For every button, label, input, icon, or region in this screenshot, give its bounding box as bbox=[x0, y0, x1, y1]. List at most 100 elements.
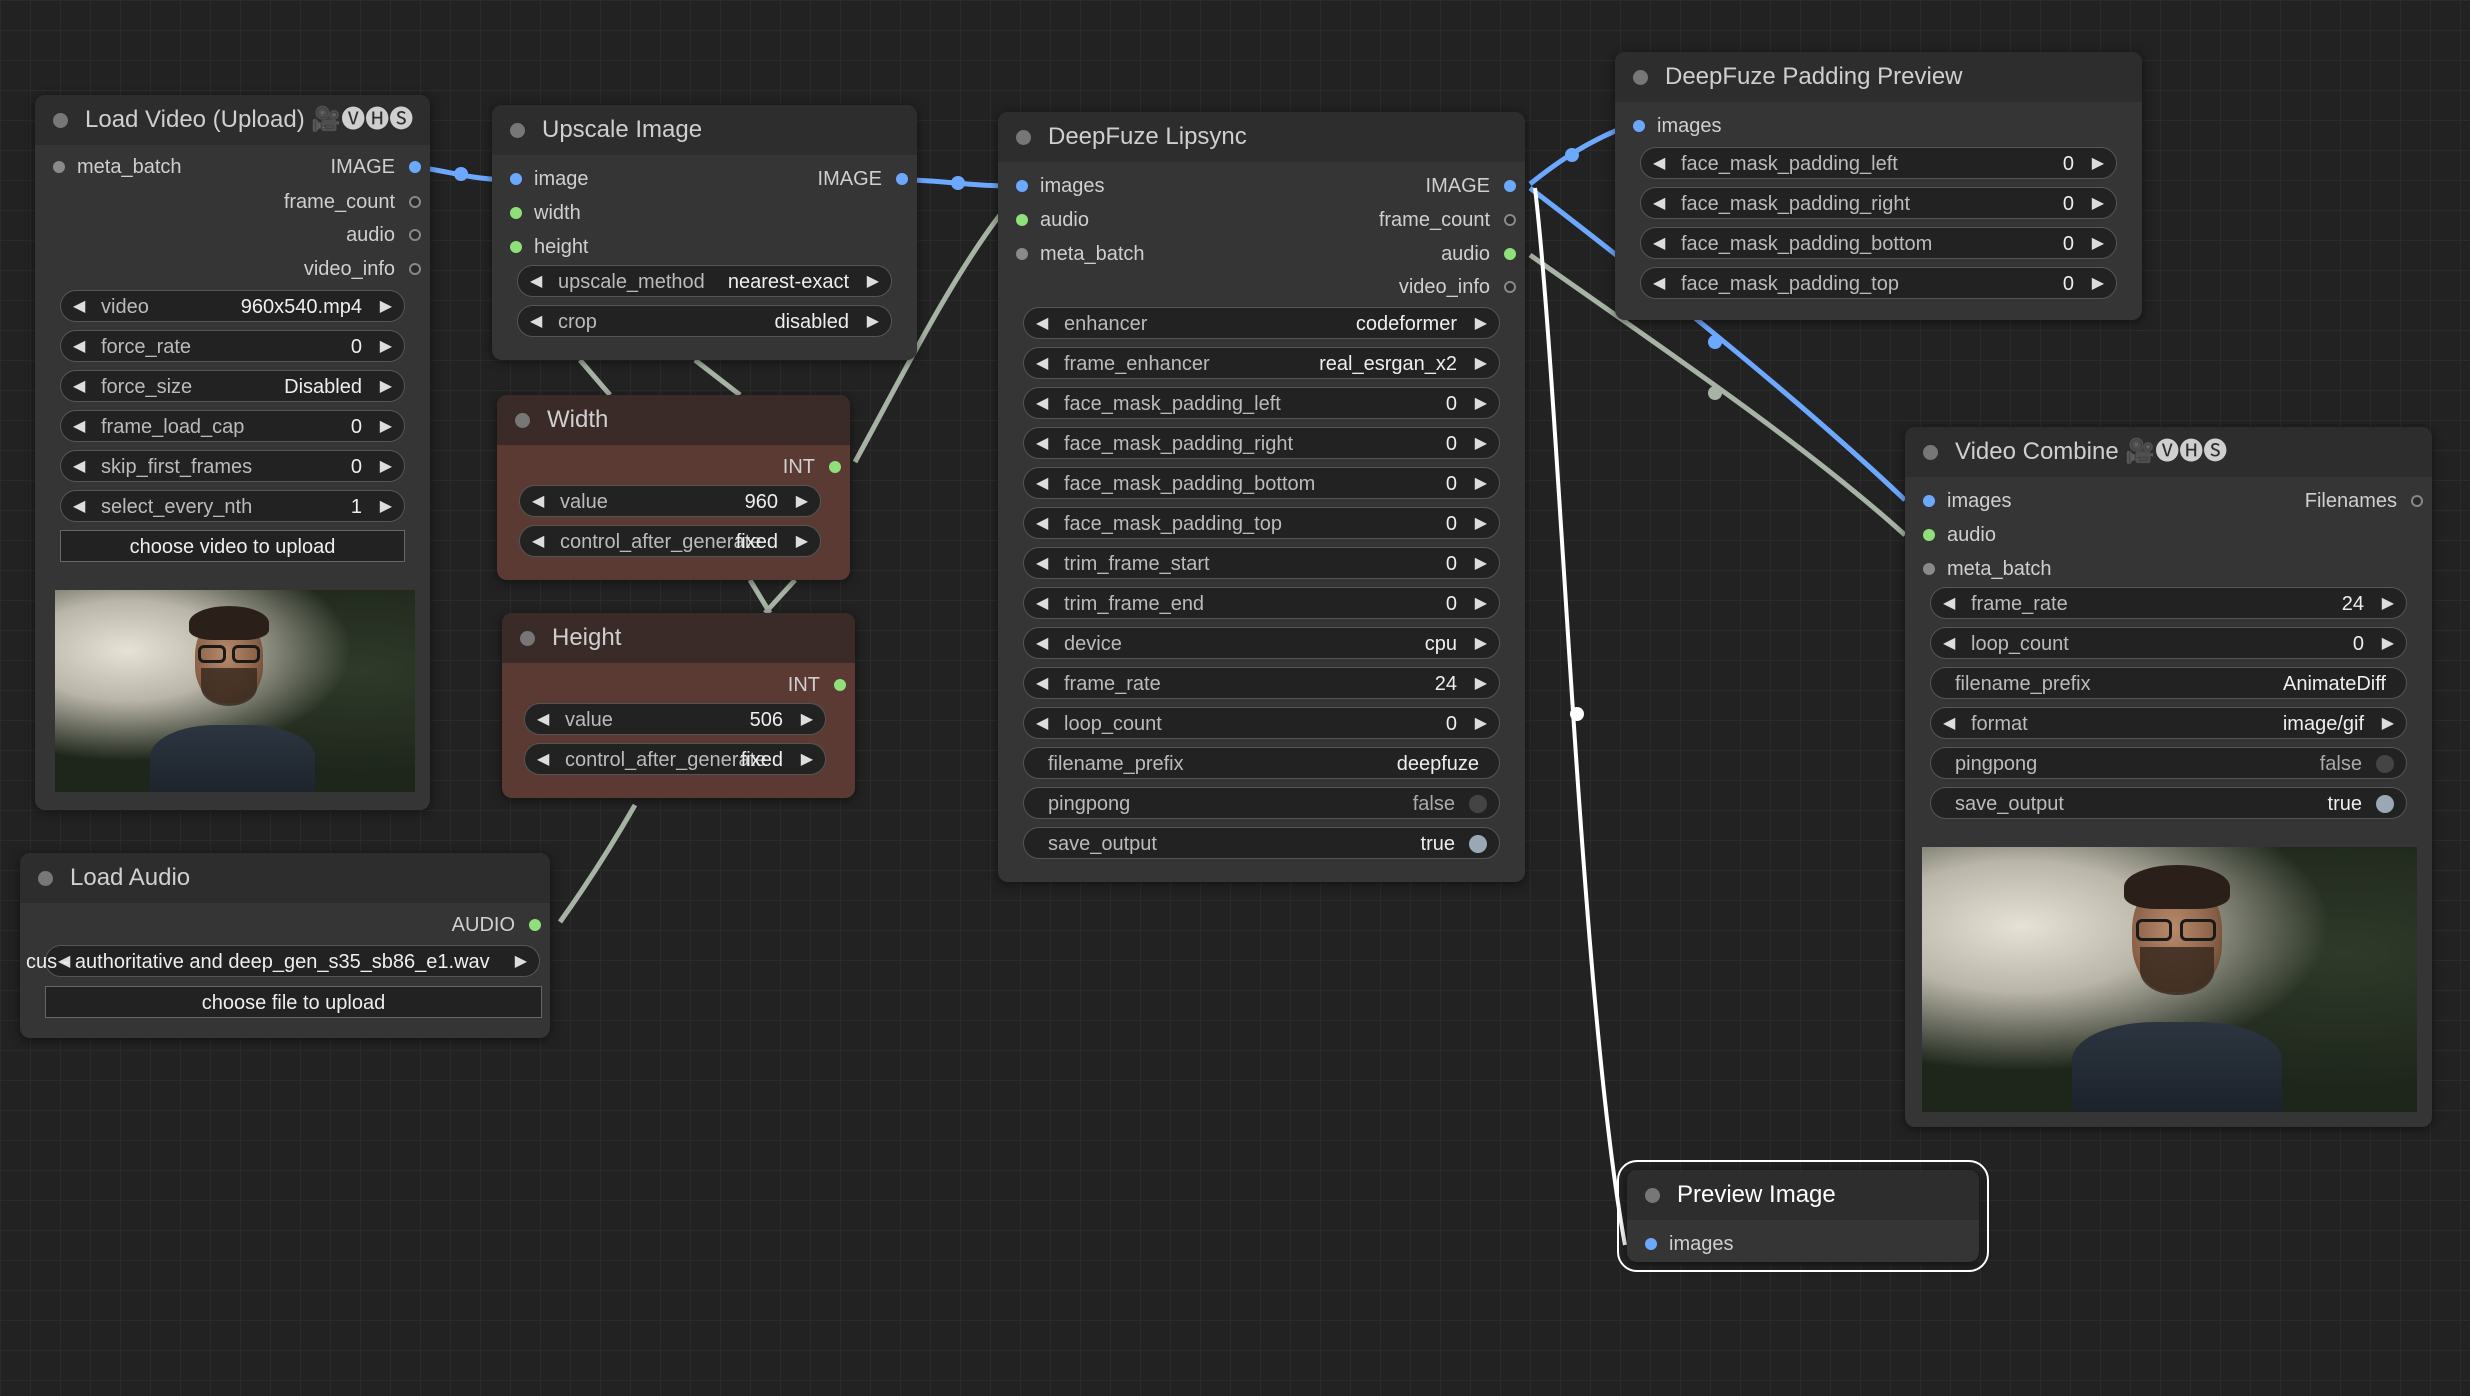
node-title[interactable]: Load Video (Upload) 🎥🅥🅗🅢 bbox=[35, 95, 430, 145]
increment-icon: ▶ bbox=[2091, 235, 2104, 252]
increment-icon: ▶ bbox=[379, 298, 392, 315]
decrement-icon: ◀ bbox=[530, 313, 543, 330]
node-title[interactable]: Preview Image bbox=[1627, 1170, 1979, 1220]
node-title[interactable]: Width bbox=[497, 395, 850, 445]
output-image[interactable]: IMAGE bbox=[1426, 174, 1520, 198]
decrement-icon: ◀ bbox=[73, 418, 86, 435]
choose-video-button[interactable]: choose video to upload bbox=[60, 530, 405, 562]
face-mask-padding-left-widget[interactable]: ◀ face_mask_padding_left 0 ▶ bbox=[1640, 147, 2117, 179]
loop-count-widget[interactable]: ◀ loop_count 0 ▶ bbox=[1930, 627, 2407, 659]
pingpong-toggle[interactable]: pingpong false bbox=[1023, 787, 1500, 819]
value-widget[interactable]: ◀ value 506 ▶ bbox=[524, 703, 826, 735]
input-audio[interactable]: audio bbox=[1915, 523, 1996, 547]
node-title[interactable]: Height bbox=[502, 613, 855, 663]
node-title[interactable]: DeepFuze Lipsync bbox=[998, 112, 1525, 162]
trim-frame-end-widget[interactable]: ◀ trim_frame_end 0 ▶ bbox=[1023, 587, 1500, 619]
face-mask-padding-bottom-widget[interactable]: ◀ face_mask_padding_bottom 0 ▶ bbox=[1640, 227, 2117, 259]
increment-icon: ▶ bbox=[379, 338, 392, 355]
choose-file-button[interactable]: choose file to upload bbox=[45, 986, 542, 1018]
face-mask-padding-left-widget[interactable]: ◀ face_mask_padding_left 0 ▶ bbox=[1023, 387, 1500, 419]
value-widget[interactable]: ◀ value 960 ▶ bbox=[519, 485, 821, 517]
face-mask-padding-right-widget[interactable]: ◀ face_mask_padding_right 0 ▶ bbox=[1023, 427, 1500, 459]
pingpong-toggle[interactable]: pingpong false bbox=[1930, 747, 2407, 779]
force-size-widget[interactable]: ◀ force_size Disabled ▶ bbox=[60, 370, 405, 402]
input-images[interactable]: images bbox=[1915, 489, 2011, 513]
output-image[interactable]: IMAGE bbox=[331, 155, 425, 179]
decrement-icon: ◀ bbox=[1943, 635, 1956, 652]
filename-prefix-widget[interactable]: filename_prefix AnimateDiff bbox=[1930, 667, 2407, 699]
input-meta-batch[interactable]: meta_batch bbox=[1915, 557, 2052, 581]
frame-enhancer-widget[interactable]: ◀ frame_enhancer real_esrgan_x2 ▶ bbox=[1023, 347, 1500, 379]
deepfuze-padding-preview-node[interactable]: DeepFuze Padding Preview images ◀ face_ma… bbox=[1615, 52, 2142, 320]
load-audio-node[interactable]: Load Audio AUDIO ◀ cus - authoritative an… bbox=[20, 853, 550, 1038]
face-mask-padding-top-widget[interactable]: ◀ face_mask_padding_top 0 ▶ bbox=[1640, 267, 2117, 299]
output-audio[interactable]: audio bbox=[1441, 242, 1520, 266]
input-meta-batch[interactable]: meta_batch bbox=[1008, 242, 1145, 266]
trim-frame-start-widget[interactable]: ◀ trim_frame_start 0 ▶ bbox=[1023, 547, 1500, 579]
node-title[interactable]: Load Audio bbox=[20, 853, 550, 903]
frame-rate-widget[interactable]: ◀ frame_rate 24 ▶ bbox=[1930, 587, 2407, 619]
frame-load-cap-widget[interactable]: ◀ frame_load_cap 0 ▶ bbox=[60, 410, 405, 442]
input-height[interactable]: height bbox=[502, 235, 589, 259]
video-widget[interactable]: ◀ video 960x540.mp4 ▶ bbox=[60, 290, 405, 322]
control-after-generate-widget[interactable]: ◀ control_after_generate fixed ▶ bbox=[519, 525, 821, 557]
increment-icon: ▶ bbox=[795, 493, 808, 510]
decrement-icon: ◀ bbox=[73, 378, 86, 395]
decrement-icon: ◀ bbox=[532, 533, 545, 550]
output-video-info[interactable]: video_info bbox=[304, 257, 425, 281]
output-filenames[interactable]: Filenames bbox=[2305, 489, 2427, 513]
node-title[interactable]: Upscale Image bbox=[492, 105, 917, 155]
output-frame-count[interactable]: frame_count bbox=[284, 190, 425, 214]
output-frame-count[interactable]: frame_count bbox=[1379, 208, 1520, 232]
input-images[interactable]: images bbox=[1637, 1232, 1733, 1256]
input-audio[interactable]: audio bbox=[1008, 208, 1089, 232]
force-rate-widget[interactable]: ◀ force_rate 0 ▶ bbox=[60, 330, 405, 362]
decrement-icon: ◀ bbox=[73, 298, 86, 315]
input-images[interactable]: images bbox=[1625, 114, 1721, 138]
decrement-icon: ◀ bbox=[530, 273, 543, 290]
face-mask-padding-top-widget[interactable]: ◀ face_mask_padding_top 0 ▶ bbox=[1023, 507, 1500, 539]
crop-widget[interactable]: ◀ crop disabled ▶ bbox=[517, 305, 892, 337]
face-mask-padding-bottom-widget[interactable]: ◀ face_mask_padding_bottom 0 ▶ bbox=[1023, 467, 1500, 499]
output-image[interactable]: IMAGE bbox=[818, 167, 912, 191]
frame-rate-widget[interactable]: ◀ frame_rate 24 ▶ bbox=[1023, 667, 1500, 699]
output-audio[interactable]: audio bbox=[346, 223, 425, 247]
input-image[interactable]: image bbox=[502, 167, 588, 191]
input-width[interactable]: width bbox=[502, 201, 581, 225]
upscale-image-node[interactable]: Upscale Image image width height IMAGE ◀… bbox=[492, 105, 917, 360]
format-widget[interactable]: ◀ format image/gif ▶ bbox=[1930, 707, 2407, 739]
node-title[interactable]: Video Combine 🎥🅥🅗🅢 bbox=[1905, 427, 2432, 477]
output-int[interactable]: INT bbox=[788, 673, 850, 697]
select-every-nth-widget[interactable]: ◀ select_every_nth 1 ▶ bbox=[60, 490, 405, 522]
increment-icon: ▶ bbox=[866, 273, 879, 290]
save-output-toggle[interactable]: save_output true bbox=[1930, 787, 2407, 819]
input-images[interactable]: images bbox=[1008, 174, 1104, 198]
device-widget[interactable]: ◀ device cpu ▶ bbox=[1023, 627, 1500, 659]
increment-icon: ▶ bbox=[2091, 155, 2104, 172]
control-after-generate-widget[interactable]: ◀ control_after_generate fixed ▶ bbox=[524, 743, 826, 775]
loop-count-widget[interactable]: ◀ loop_count 0 ▶ bbox=[1023, 707, 1500, 739]
height-node[interactable]: Height INT ◀ value 506 ▶ ◀ control_after_gen… bbox=[502, 613, 855, 798]
audio-file-widget[interactable]: ◀ cus - authoritative and deep_gen_s35_sb… bbox=[26, 945, 540, 977]
video-combine-node[interactable]: Video Combine 🎥🅥🅗🅢 images audio meta_bat… bbox=[1905, 427, 2432, 1127]
output-video-info[interactable]: video_info bbox=[1399, 275, 1520, 299]
increment-icon: ▶ bbox=[379, 458, 392, 475]
output-audio[interactable]: AUDIO bbox=[452, 913, 545, 937]
input-meta-batch[interactable]: meta_batch bbox=[45, 155, 182, 179]
increment-icon: ▶ bbox=[1474, 315, 1487, 332]
output-int[interactable]: INT bbox=[783, 455, 845, 479]
upscale-method-widget[interactable]: ◀ upscale_method nearest-exact ▶ bbox=[517, 265, 892, 297]
skip-first-frames-widget[interactable]: ◀ skip_first_frames 0 ▶ bbox=[60, 450, 405, 482]
increment-icon: ▶ bbox=[1474, 555, 1487, 572]
enhancer-widget[interactable]: ◀ enhancer codeformer ▶ bbox=[1023, 307, 1500, 339]
save-output-toggle[interactable]: save_output true bbox=[1023, 827, 1500, 859]
width-node[interactable]: Width INT ◀ value 960 ▶ ◀ control_after_gene… bbox=[497, 395, 850, 580]
deepfuze-lipsync-node[interactable]: DeepFuze Lipsync images audio meta_batch… bbox=[998, 112, 1525, 882]
node-title[interactable]: DeepFuze Padding Preview bbox=[1615, 52, 2142, 102]
load-video-node[interactable]: Load Video (Upload) 🎥🅥🅗🅢 meta_batch IMAG… bbox=[35, 95, 430, 810]
face-mask-padding-right-widget[interactable]: ◀ face_mask_padding_right 0 ▶ bbox=[1640, 187, 2117, 219]
preview-image-node[interactable]: Preview Image images bbox=[1617, 1160, 1989, 1272]
increment-icon: ▶ bbox=[866, 313, 879, 330]
decrement-icon: ◀ bbox=[1036, 435, 1049, 452]
filename-prefix-widget[interactable]: filename_prefix deepfuze bbox=[1023, 747, 1500, 779]
